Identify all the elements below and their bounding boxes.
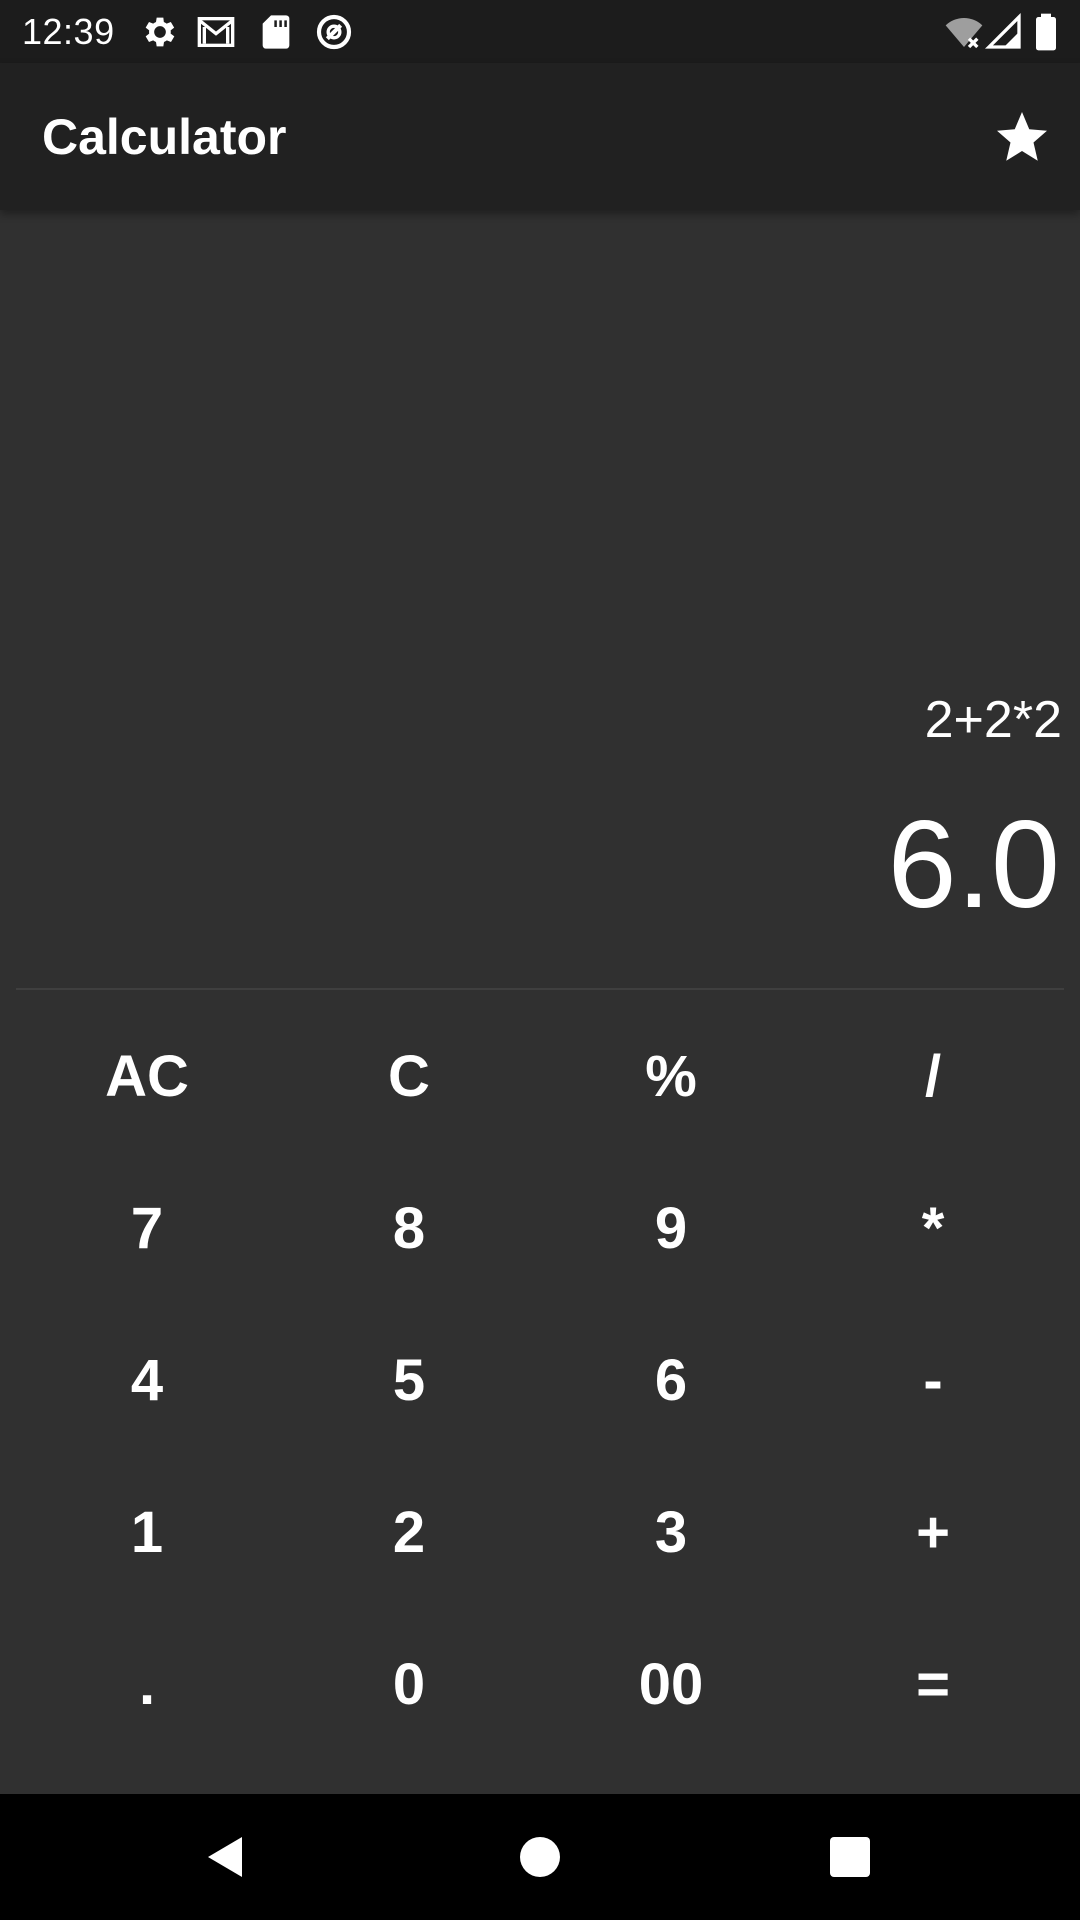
home-button[interactable] xyxy=(510,1827,570,1887)
signal-icon xyxy=(984,12,1024,52)
key-add[interactable]: + xyxy=(802,1456,1064,1608)
key-0[interactable]: 0 xyxy=(278,1608,540,1760)
key-6[interactable]: 6 xyxy=(540,1304,802,1456)
app-title: Calculator xyxy=(42,109,287,165)
key-4[interactable]: 4 xyxy=(16,1304,278,1456)
key-9[interactable]: 9 xyxy=(540,1152,802,1304)
key-8[interactable]: 8 xyxy=(278,1152,540,1304)
display-divider xyxy=(16,988,1064,990)
key-percent[interactable]: % xyxy=(540,1000,802,1152)
wifi-off-icon xyxy=(944,12,984,52)
key-divide[interactable]: / xyxy=(802,1000,1064,1152)
recents-button[interactable] xyxy=(820,1827,880,1887)
back-button[interactable] xyxy=(196,1827,256,1887)
key-1[interactable]: 1 xyxy=(16,1456,278,1608)
key-clear[interactable]: C xyxy=(278,1000,540,1152)
result-display: 6.0 xyxy=(887,796,1060,934)
key-2[interactable]: 2 xyxy=(278,1456,540,1608)
key-equals[interactable]: = xyxy=(802,1608,1064,1760)
key-5[interactable]: 5 xyxy=(278,1304,540,1456)
gmail-icon xyxy=(196,12,236,52)
key-7[interactable]: 7 xyxy=(16,1152,278,1304)
navigation-bar xyxy=(0,1794,1080,1920)
status-time: 12:39 xyxy=(22,11,115,52)
display-panel: 2+2*2 6.0 xyxy=(0,210,1080,990)
at-sign-icon xyxy=(314,12,354,52)
calculator-screen: 12:39 Calculator 2+2*2 6.0 AC C % / 7 8 … xyxy=(0,0,1080,1920)
key-decimal[interactable]: . xyxy=(16,1608,278,1760)
app-bar: Calculator xyxy=(0,63,1080,210)
recents-icon xyxy=(830,1837,870,1877)
back-icon xyxy=(208,1837,242,1877)
sd-card-icon xyxy=(256,12,296,52)
star-icon xyxy=(997,112,1047,161)
key-00[interactable]: 00 xyxy=(540,1608,802,1760)
key-all-clear[interactable]: AC xyxy=(16,1000,278,1152)
home-icon xyxy=(520,1837,560,1877)
gear-icon xyxy=(140,12,180,52)
battery-icon xyxy=(1030,12,1062,52)
key-multiply[interactable]: * xyxy=(802,1152,1064,1304)
keypad: AC C % / 7 8 9 * 4 5 6 - 1 2 3 + . 0 00 … xyxy=(16,1000,1064,1760)
favorite-button[interactable] xyxy=(986,101,1058,173)
key-subtract[interactable]: - xyxy=(802,1304,1064,1456)
status-bar: 12:39 xyxy=(0,0,1080,63)
key-3[interactable]: 3 xyxy=(540,1456,802,1608)
expression-display: 2+2*2 xyxy=(924,691,1062,749)
